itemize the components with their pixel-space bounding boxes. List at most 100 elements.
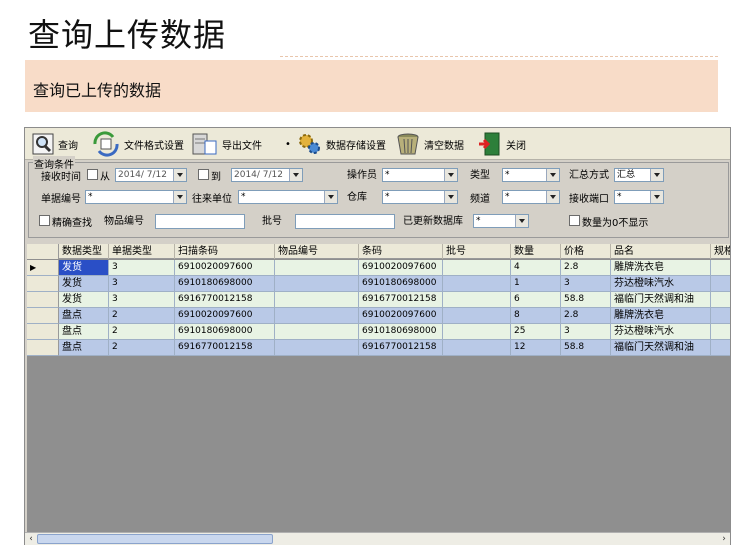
table-cell[interactable] xyxy=(275,276,359,292)
table-cell[interactable]: 3 xyxy=(109,276,175,292)
table-cell[interactable] xyxy=(443,308,511,324)
table-cell[interactable]: 6916770012158 xyxy=(175,292,275,308)
table-cell[interactable]: 雕牌洗衣皂 xyxy=(611,260,711,276)
chevron-down-icon[interactable] xyxy=(173,169,186,181)
table-row[interactable]: 发货 3 6910180698000 6910180698000 1 3 芬达橙味汽水 xyxy=(27,276,730,292)
column-header[interactable]: 数据类型 xyxy=(59,244,109,259)
operator-select[interactable]: * xyxy=(382,168,458,182)
port-select[interactable]: * xyxy=(614,190,664,204)
date-to-picker[interactable]: 2014/ 7/12 xyxy=(231,168,303,182)
table-cell[interactable]: 58.8 xyxy=(561,340,611,356)
table-cell[interactable]: 雕牌洗衣皂 xyxy=(611,308,711,324)
chevron-down-icon[interactable] xyxy=(546,169,559,181)
exact-search-checkbox[interactable] xyxy=(39,215,50,226)
table-cell[interactable] xyxy=(443,292,511,308)
table-cell[interactable]: 12 xyxy=(511,340,561,356)
table-cell[interactable]: 福临门天然调和油 xyxy=(611,340,711,356)
item-no-input[interactable] xyxy=(155,214,245,229)
table-cell[interactable] xyxy=(711,324,730,340)
chevron-down-icon[interactable] xyxy=(515,215,528,227)
table-cell[interactable]: 发货 xyxy=(59,260,109,276)
from-checkbox[interactable] xyxy=(87,169,98,180)
scroll-right-icon[interactable]: › xyxy=(718,533,730,545)
partner-select[interactable]: * xyxy=(238,190,338,204)
column-header[interactable]: 扫描条码 xyxy=(175,244,275,259)
table-cell[interactable]: 6916770012158 xyxy=(175,340,275,356)
table-cell[interactable] xyxy=(443,324,511,340)
table-cell[interactable] xyxy=(275,292,359,308)
chevron-down-icon[interactable] xyxy=(650,191,663,203)
table-row[interactable]: 盘点 2 6916770012158 6916770012158 12 58.8 福临门天然… xyxy=(27,340,730,356)
table-cell[interactable]: 6916770012158 xyxy=(359,292,443,308)
table-cell[interactable]: 6910020097600 xyxy=(359,260,443,276)
table-cell[interactable] xyxy=(711,260,730,276)
row-selector[interactable] xyxy=(27,276,59,292)
table-cell[interactable]: 3 xyxy=(561,324,611,340)
close-button[interactable]: 关闭 xyxy=(477,131,526,157)
hide-zero-checkbox[interactable] xyxy=(569,215,580,226)
table-cell[interactable]: 盘点 xyxy=(59,324,109,340)
chevron-down-icon[interactable] xyxy=(444,169,457,181)
batch-input[interactable] xyxy=(295,214,395,229)
horizontal-scrollbar[interactable]: ‹ › xyxy=(25,532,730,545)
table-cell[interactable]: 4 xyxy=(511,260,561,276)
table-cell[interactable]: 58.8 xyxy=(561,292,611,308)
table-cell[interactable] xyxy=(275,260,359,276)
table-row[interactable]: 盘点 2 6910180698000 6910180698000 25 3 芬达橙味汽水 xyxy=(27,324,730,340)
table-cell[interactable]: 盘点 xyxy=(59,340,109,356)
clear-data-button[interactable]: 清空数据 xyxy=(395,131,464,157)
table-cell[interactable]: 发货 xyxy=(59,276,109,292)
table-cell[interactable]: 6910180698000 xyxy=(359,276,443,292)
table-cell[interactable]: 6910020097600 xyxy=(359,308,443,324)
table-cell[interactable]: 3 xyxy=(109,260,175,276)
table-cell[interactable] xyxy=(275,308,359,324)
chevron-down-icon[interactable] xyxy=(289,169,302,181)
table-cell[interactable] xyxy=(711,340,730,356)
column-header[interactable]: 单据类型 xyxy=(109,244,175,259)
row-selector[interactable] xyxy=(27,340,59,356)
table-cell[interactable] xyxy=(711,276,730,292)
chevron-down-icon[interactable] xyxy=(444,191,457,203)
table-cell[interactable]: 6910180698000 xyxy=(359,324,443,340)
table-cell[interactable] xyxy=(711,308,730,324)
chevron-down-icon[interactable] xyxy=(650,169,663,181)
table-cell[interactable]: 2.8 xyxy=(561,308,611,324)
row-selector[interactable] xyxy=(27,308,59,324)
table-cell[interactable]: 盘点 xyxy=(59,308,109,324)
row-selector[interactable] xyxy=(27,324,59,340)
table-cell[interactable]: 6910180698000 xyxy=(175,324,275,340)
date-from-picker[interactable]: 2014/ 7/12 xyxy=(115,168,187,182)
table-cell[interactable]: 25 xyxy=(511,324,561,340)
category-select[interactable]: * xyxy=(502,168,560,182)
table-cell[interactable] xyxy=(443,340,511,356)
table-cell[interactable]: 6910020097600 xyxy=(175,260,275,276)
table-cell[interactable]: 2 xyxy=(109,340,175,356)
table-cell[interactable]: 3 xyxy=(109,292,175,308)
doc-no-select[interactable]: * xyxy=(85,190,187,204)
table-cell[interactable]: 6910180698000 xyxy=(175,276,275,292)
table-cell[interactable]: 6910020097600 xyxy=(175,308,275,324)
table-cell[interactable] xyxy=(443,260,511,276)
row-selector[interactable] xyxy=(27,292,59,308)
table-cell[interactable]: 2.8 xyxy=(561,260,611,276)
export-button[interactable]: 导出文件 xyxy=(191,131,262,157)
warehouse-select[interactable]: * xyxy=(382,190,458,204)
row-selector[interactable]: ▶ xyxy=(27,260,59,276)
column-header[interactable]: 条码 xyxy=(359,244,443,259)
column-header[interactable]: 批号 xyxy=(443,244,511,259)
column-header[interactable]: 价格 xyxy=(561,244,611,259)
table-cell[interactable]: 2 xyxy=(109,324,175,340)
column-header[interactable]: 规格 xyxy=(711,244,730,259)
storage-settings-button[interactable]: 数据存储设置 xyxy=(297,131,386,157)
table-row[interactable]: 盘点 2 6910020097600 6910020097600 8 2.8 雕牌洗衣皂 xyxy=(27,308,730,324)
table-cell[interactable]: 芬达橙味汽水 xyxy=(611,324,711,340)
column-header[interactable]: 数量 xyxy=(511,244,561,259)
chevron-down-icon[interactable] xyxy=(324,191,337,203)
table-cell[interactable]: 6916770012158 xyxy=(359,340,443,356)
table-cell[interactable] xyxy=(711,292,730,308)
table-cell[interactable]: 8 xyxy=(511,308,561,324)
to-checkbox[interactable] xyxy=(198,169,209,180)
file-format-button[interactable]: 文件格式设置 xyxy=(91,131,184,157)
table-cell[interactable]: 福临门天然调和油 xyxy=(611,292,711,308)
table-cell[interactable] xyxy=(275,324,359,340)
